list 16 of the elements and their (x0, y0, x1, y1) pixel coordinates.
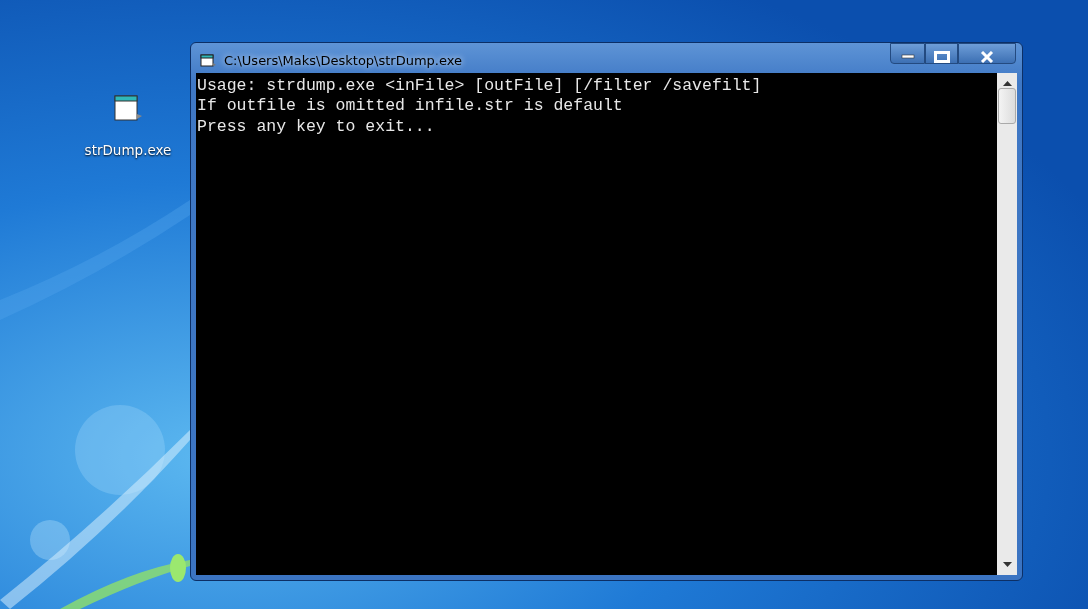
minimize-icon (900, 53, 915, 60)
close-icon (980, 50, 994, 63)
maximize-button[interactable] (925, 43, 958, 64)
scroll-down-icon[interactable] (1002, 562, 1012, 567)
console-line: Usage: strdump.exe <inFile> [outFile] [/filter /savefilt] (197, 75, 763, 97)
scroll-thumb[interactable] (998, 87, 1016, 124)
minimize-button[interactable] (890, 43, 925, 64)
close-button[interactable] (958, 43, 1016, 64)
console-line: Press any key to exit... (197, 116, 436, 137)
console-icon (200, 53, 216, 68)
program-icon[interactable] (112, 94, 144, 124)
console-line: If outfile is omitted infile.str is default (197, 96, 624, 117)
scrollbar[interactable] (997, 72, 1017, 575)
maximize-icon (933, 50, 950, 63)
window-title: C:\Users\Maks\Desktop\strDump.exe (224, 52, 463, 70)
icon-label[interactable]: strDump.exe (84, 140, 172, 161)
